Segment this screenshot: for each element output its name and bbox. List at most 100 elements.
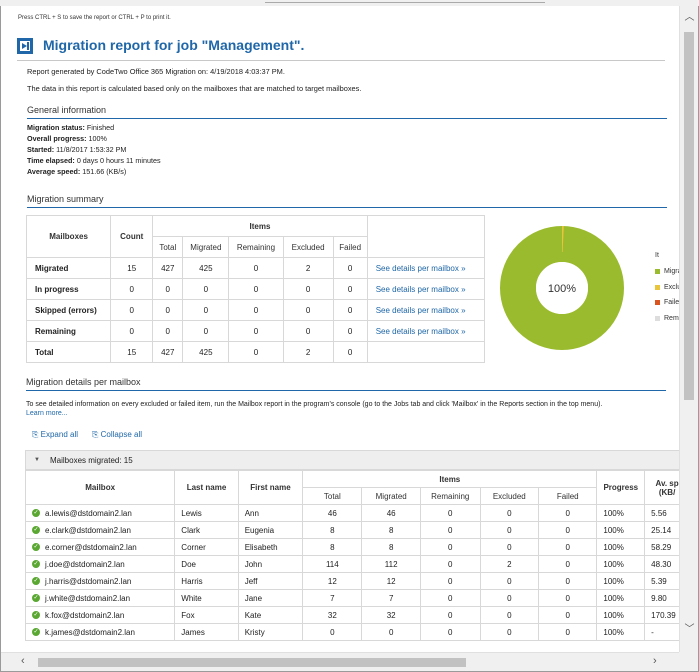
col-failed: Failed xyxy=(332,236,368,258)
legend-migrated: Migra xyxy=(655,268,682,275)
cell-progress: 100% xyxy=(596,606,646,624)
cell-excluded: 0 xyxy=(282,320,334,342)
cell-remaining: 0 xyxy=(419,538,481,556)
cell-migrated: 0 xyxy=(182,299,230,321)
scroll-right-icon[interactable]: › xyxy=(653,655,657,667)
description-text: To see detailed information on every exc… xyxy=(26,401,603,408)
cell-remaining: 0 xyxy=(419,572,481,590)
cell-migrated: 0 xyxy=(182,278,230,300)
horizontal-scrollbar[interactable]: ‹ › xyxy=(1,652,679,671)
speed-value: 151.66 (KB/s) xyxy=(82,167,127,176)
cell-progress: 100% xyxy=(596,555,646,573)
summary-row-remaining: Remaining 0 0 0 0 0 0 See details per ma… xyxy=(25,320,486,342)
cell-migrated: 0 xyxy=(182,320,230,342)
collapse-all-button[interactable]: ⎘ Collapse all xyxy=(92,430,142,440)
details-heading: Migration details per mailbox xyxy=(26,377,141,387)
col-items: Items xyxy=(152,215,368,237)
cell-remaining: 0 xyxy=(228,278,284,300)
cell-migrated: 425 xyxy=(182,257,230,279)
group-label: Mailboxes migrated: 15 xyxy=(50,456,133,465)
details-description: To see detailed information on every exc… xyxy=(26,400,671,418)
scroll-left-icon[interactable]: ‹ xyxy=(21,655,25,667)
cell-migrated: 0 xyxy=(361,623,421,641)
cell-mailbox: ✓ k.fox@dstdomain2.lan xyxy=(24,606,176,624)
summary-row-skipped: Skipped (errors) 0 0 0 0 0 0 See details… xyxy=(25,299,486,321)
collapse-triangle-icon[interactable]: ▼ xyxy=(34,457,40,463)
col-failed: Failed xyxy=(538,487,598,505)
details-link-in-progress[interactable]: See details per mailbox » xyxy=(366,278,486,300)
cell-excluded: 2 xyxy=(282,341,334,363)
cell-first-name: Elisabeth xyxy=(237,538,304,556)
cell-migrated: 8 xyxy=(361,521,421,539)
speed-label: Average speed: xyxy=(27,167,81,176)
col-progress: Progress xyxy=(596,470,646,505)
success-check-icon: ✓ xyxy=(32,577,40,586)
expand-icon: ⎘ xyxy=(32,430,39,439)
col-items: Items xyxy=(302,470,598,488)
cell-excluded: 0 xyxy=(282,299,334,321)
details-rule xyxy=(26,390,666,391)
summary-table: Mailboxes Count Items Total Migrated Rem… xyxy=(25,215,486,363)
scroll-up-icon[interactable]: ︿ xyxy=(680,8,699,23)
col-first-name: First name xyxy=(237,470,304,505)
cell-last-name: White xyxy=(174,589,239,607)
expand-all-label: Expand all xyxy=(40,430,78,439)
cell-count: 15 xyxy=(110,341,154,363)
elapsed-label: Time elapsed: xyxy=(27,156,75,165)
cell-first-name: Eugenia xyxy=(237,521,304,539)
success-check-icon: ✓ xyxy=(32,611,40,620)
details-table: Mailbox Last name First name Items Progr… xyxy=(24,470,690,641)
cell-total: 7 xyxy=(302,589,363,607)
details-link-remaining[interactable]: See details per mailbox » xyxy=(366,320,486,342)
cell-first-name: John xyxy=(237,555,304,573)
cell-migrated: 32 xyxy=(361,606,421,624)
details-link-migrated[interactable]: See details per mailbox » xyxy=(366,257,486,279)
cell-excluded: 2 xyxy=(479,555,540,573)
summary-row-migrated: Migrated 15 427 425 0 2 0 See details pe… xyxy=(25,257,486,279)
col-total: Total xyxy=(152,236,184,258)
cell-count: 15 xyxy=(110,257,154,279)
row-label: In progress xyxy=(25,278,112,300)
data-scope-line: The data in this report is calculated ba… xyxy=(27,84,362,93)
status-value: Finished xyxy=(86,123,115,132)
vertical-scrollbar[interactable]: ︿ ﹀ xyxy=(679,6,698,652)
migration-logo-icon xyxy=(17,38,33,54)
cell-first-name: Jane xyxy=(237,589,304,607)
cell-last-name: Fox xyxy=(174,606,239,624)
cell-last-name: Corner xyxy=(174,538,239,556)
expand-all-button[interactable]: ⎘ Expand all xyxy=(32,430,78,440)
shortcut-hint: Press CTRL + S to save the report or CTR… xyxy=(18,15,171,21)
learn-more-link[interactable]: Learn more... xyxy=(26,410,68,417)
cell-remaining: 0 xyxy=(419,504,481,522)
mailbox-row: ✓ k.james@dstdomain2.lan James Kristy 0 0 0 0 0 1… xyxy=(24,623,690,641)
progress-label: Overall progress: xyxy=(27,134,87,143)
details-link-skipped[interactable]: See details per mailbox » xyxy=(366,299,486,321)
row-label: Total xyxy=(25,341,112,363)
empty-link-cell xyxy=(366,341,486,363)
cell-total: 427 xyxy=(152,257,184,279)
legend-swatch xyxy=(655,284,660,290)
cell-total: 0 xyxy=(152,299,184,321)
cell-failed: 0 xyxy=(538,572,598,590)
vertical-scroll-thumb[interactable] xyxy=(684,32,694,400)
cell-total: 427 xyxy=(152,341,184,363)
avg-speed-label: Av. sp xyxy=(655,478,679,488)
cell-last-name: James xyxy=(174,623,239,641)
cell-migrated: 12 xyxy=(361,572,421,590)
cell-total: 46 xyxy=(302,504,363,522)
success-check-icon: ✓ xyxy=(32,509,40,518)
cell-excluded: 2 xyxy=(282,257,334,279)
cell-last-name: Doe xyxy=(174,555,239,573)
details-header-row: Mailbox Last name First name Items Progr… xyxy=(24,470,690,505)
cell-total: 0 xyxy=(152,278,184,300)
horizontal-scroll-thumb[interactable] xyxy=(38,658,466,667)
speed-line: Average speed: 151.66 (KB/s) xyxy=(27,167,126,176)
started-label: Started: xyxy=(27,145,55,154)
col-remaining: Remaining xyxy=(419,487,481,505)
cell-failed: 0 xyxy=(332,299,368,321)
scroll-down-icon[interactable]: ﹀ xyxy=(680,620,699,635)
cell-migrated: 46 xyxy=(361,504,421,522)
elapsed-value: 0 days 0 hours 11 minutes xyxy=(76,156,161,165)
group-mailboxes-migrated[interactable]: ▼ Mailboxes migrated: 15 xyxy=(25,450,685,470)
mailbox-address: e.clark@dstdomain2.lan xyxy=(45,525,131,535)
